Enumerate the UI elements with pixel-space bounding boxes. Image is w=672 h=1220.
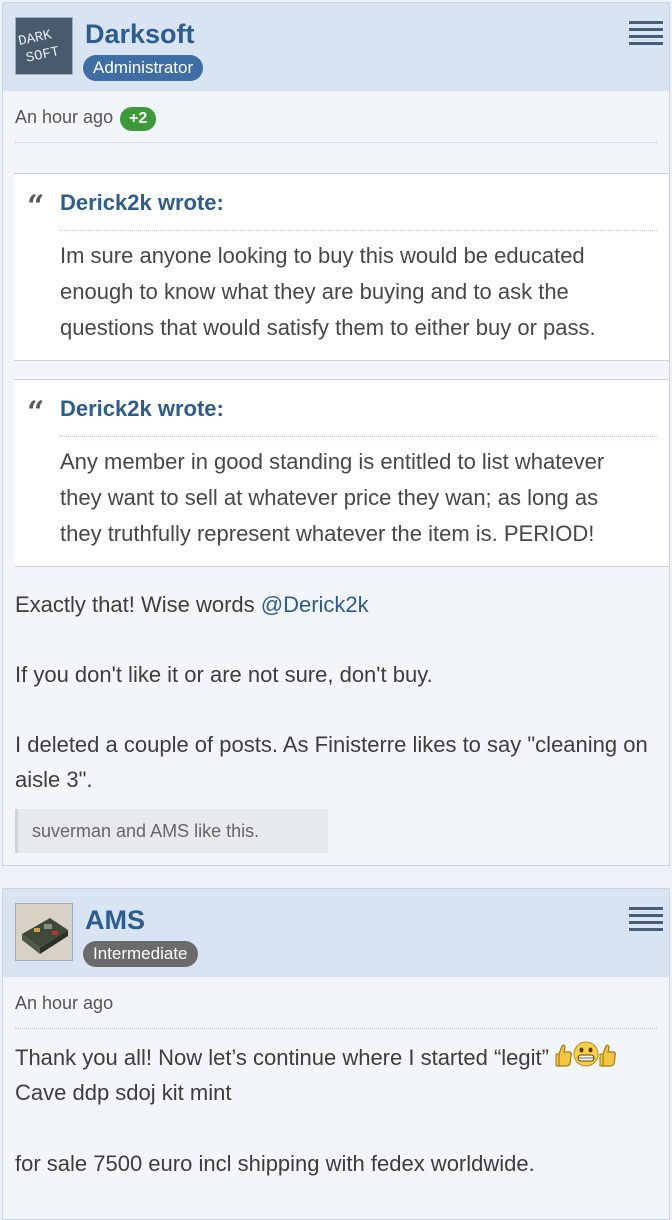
post-body-line: for sale 7500 euro incl shipping with fe… bbox=[15, 1151, 535, 1176]
post-body-line: I deleted a couple of posts. As Finister… bbox=[15, 732, 648, 792]
divider bbox=[15, 1028, 657, 1029]
divider bbox=[60, 436, 657, 437]
post-body-line: Cave ddp sdoj kit mint bbox=[15, 1080, 232, 1105]
thumbs-up-icon bbox=[555, 1042, 573, 1077]
quote-block: “ Derick2k wrote: Im sure anyone looking… bbox=[14, 173, 669, 361]
hamburger-menu-icon[interactable] bbox=[629, 907, 663, 935]
quote-block: “ Derick2k wrote: Any member in good sta… bbox=[14, 379, 669, 567]
quote-text: Im sure anyone looking to buy this would… bbox=[60, 243, 596, 340]
post-darksoft: DARK SOFT Darksoft Administrator An hour… bbox=[2, 2, 670, 866]
role-badge: Intermediate bbox=[83, 941, 198, 967]
username[interactable]: Darksoft bbox=[85, 19, 195, 50]
avatar-darksoft[interactable]: DARK SOFT bbox=[15, 17, 73, 75]
avatar-ams[interactable] bbox=[15, 903, 73, 961]
post-header: DARK SOFT Darksoft Administrator bbox=[3, 3, 669, 91]
user-mention-link[interactable]: @Derick2k bbox=[261, 592, 369, 617]
quote-author[interactable]: Derick2k wrote: bbox=[60, 190, 224, 216]
thumbs-up-icon bbox=[599, 1042, 617, 1077]
quote-icon: “ bbox=[27, 189, 45, 224]
divider bbox=[15, 142, 657, 143]
post-ams: AMS Intermediate An hour ago Thank you a… bbox=[2, 888, 670, 1220]
body-text: Exactly that! Wise words bbox=[15, 592, 261, 617]
post-header: AMS Intermediate bbox=[3, 889, 669, 977]
quote-author[interactable]: Derick2k wrote: bbox=[60, 396, 224, 422]
hamburger-menu-icon[interactable] bbox=[629, 21, 663, 49]
quote-icon: “ bbox=[27, 395, 45, 430]
post-time[interactable]: An hour ago bbox=[15, 107, 113, 128]
divider bbox=[60, 230, 657, 231]
grinning-face-icon bbox=[573, 1041, 599, 1077]
likes-text[interactable]: suverman and AMS like this. bbox=[32, 821, 259, 842]
quote-text: Any member in good standing is entitled … bbox=[60, 449, 605, 546]
post-body-line: Thank you all! Now let’s continue where … bbox=[15, 1040, 657, 1077]
reaction-count-badge[interactable]: +2 bbox=[120, 107, 157, 131]
role-badge: Administrator bbox=[83, 55, 204, 81]
post-body-line: Exactly that! Wise words @Derick2k bbox=[15, 587, 657, 622]
username[interactable]: AMS bbox=[85, 905, 145, 936]
post-time[interactable]: An hour ago bbox=[15, 993, 113, 1014]
body-text: Thank you all! Now let’s continue where … bbox=[15, 1045, 549, 1070]
post-body-line: If you don't like it or are not sure, do… bbox=[15, 662, 433, 687]
likes-summary: suverman and AMS like this. bbox=[15, 809, 328, 853]
